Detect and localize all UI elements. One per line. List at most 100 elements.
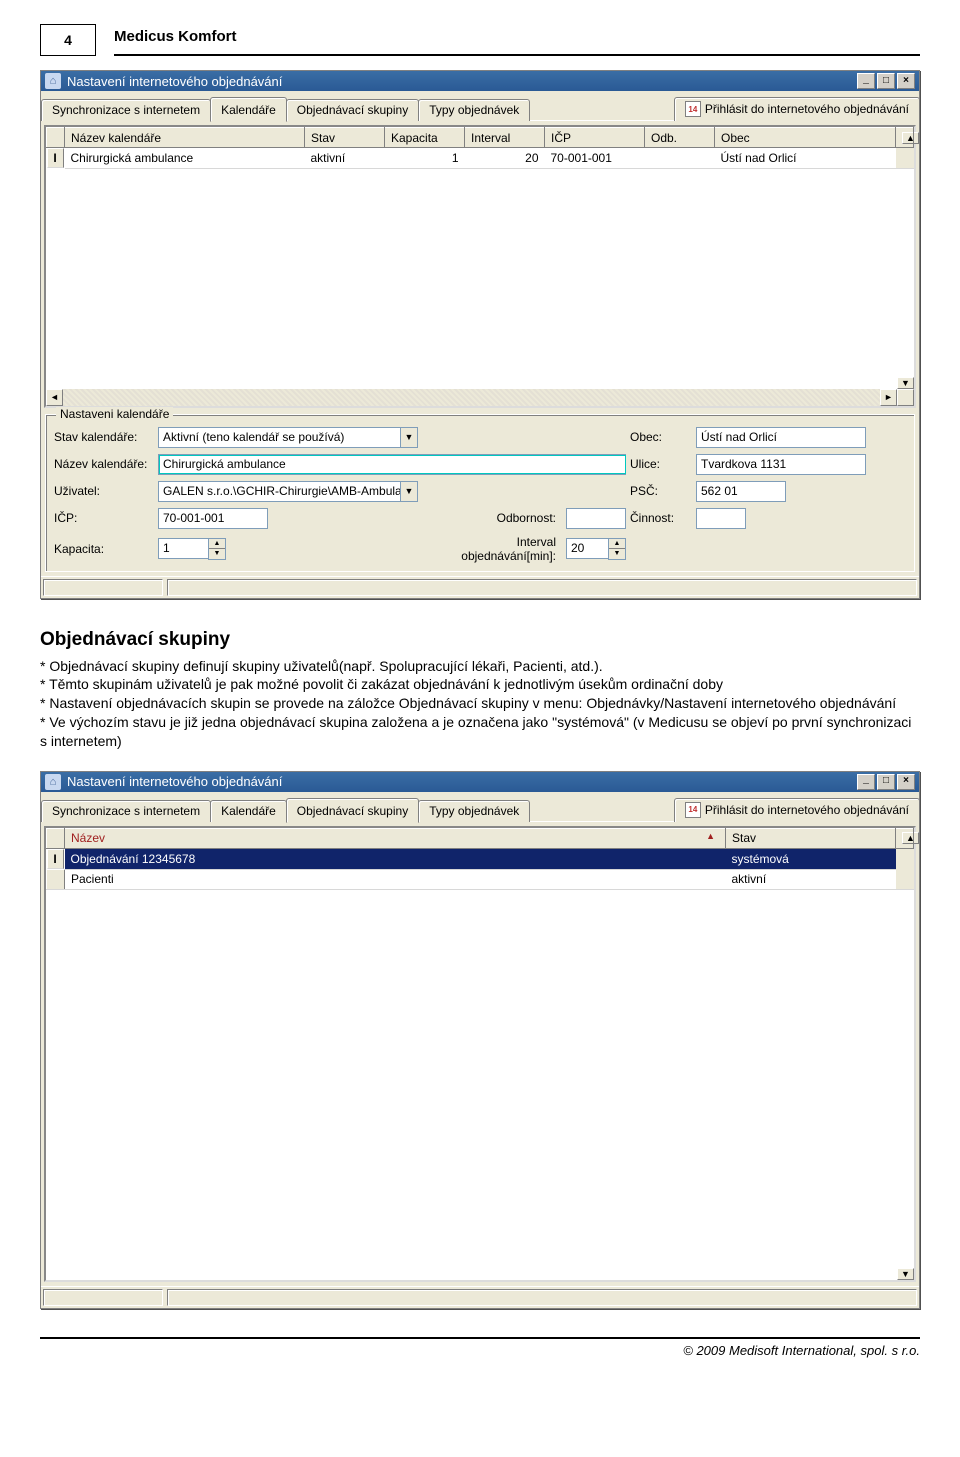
spin-up-icon[interactable]: ▲: [609, 539, 625, 549]
cell-stav: aktivní: [305, 148, 385, 169]
tab-synchronizace[interactable]: Synchronizace s internetem: [41, 99, 211, 121]
tabs: Synchronizace s internetem Kalendáře Obj…: [41, 91, 919, 121]
col-nazev[interactable]: Název kalendáře: [65, 128, 305, 148]
field-ulice[interactable]: Tvardkova 1131: [696, 454, 866, 475]
label-nazev: Název kalendáře:: [54, 457, 154, 471]
label-obec: Obec:: [630, 430, 692, 444]
scroll-down-button[interactable]: ▼: [897, 1268, 914, 1280]
scroll-up-button[interactable]: ▲: [896, 828, 914, 848]
row-indicator-icon: I: [47, 849, 64, 869]
field-kapacita[interactable]: 1 ▲▼: [158, 538, 226, 560]
label-icp: IČP:: [54, 511, 154, 525]
app-icon: ⌂: [45, 774, 61, 790]
field-odbornost[interactable]: [566, 508, 626, 529]
minimize-button[interactable]: _: [857, 73, 875, 89]
scroll-up-button[interactable]: ▲: [896, 128, 914, 148]
dropdown-icon[interactable]: ▼: [400, 481, 418, 502]
col-stav[interactable]: Stav: [305, 128, 385, 148]
close-button[interactable]: ×: [897, 774, 915, 790]
cell-kapacita: 1: [385, 148, 465, 169]
window-objednavaci-skupiny: ⌂ Nastavení internetového objednávání _ …: [40, 771, 920, 1309]
tab-objednavaci-skupiny[interactable]: Objednávací skupiny: [286, 99, 419, 121]
document-title: Medicus Komfort: [114, 24, 920, 56]
col-interval[interactable]: Interval: [465, 128, 545, 148]
row-indicator-icon: I: [47, 148, 64, 168]
minimize-button[interactable]: _: [857, 774, 875, 790]
field-interval-value: 20: [566, 538, 608, 559]
window-kalendare: ⌂ Nastavení internetového objednávání _ …: [40, 70, 920, 599]
page-header: 4 Medicus Komfort: [40, 24, 920, 56]
corner-cell: [47, 828, 65, 848]
field-kapacita-value: 1: [158, 538, 208, 559]
field-psc[interactable]: 562 01: [696, 481, 786, 502]
groupbox-nastaveni-kalendare: Nastaveni kalendáře Stav kalendáře: Akti…: [45, 414, 915, 572]
field-obec[interactable]: Ústí nad Orlicí: [696, 427, 866, 448]
table-row[interactable]: I Objednávání 12345678 systémová: [47, 848, 914, 869]
tab-synchronizace[interactable]: Synchronizace s internetem: [41, 800, 211, 822]
col-obec[interactable]: Obec: [715, 128, 896, 148]
statusbar: [41, 1286, 919, 1308]
field-stav-value: Aktivní (teno kalendář se používá): [158, 427, 400, 448]
maximize-button[interactable]: □: [877, 73, 895, 89]
dropdown-icon[interactable]: ▼: [400, 427, 418, 448]
col-odb[interactable]: Odb.: [645, 128, 715, 148]
vscroll-track[interactable]: [896, 148, 914, 169]
spin-up-icon[interactable]: ▲: [209, 539, 225, 549]
cell-nazev: Chirurgická ambulance: [65, 148, 305, 169]
label-kapacita: Kapacita:: [54, 542, 154, 556]
col-stav[interactable]: Stav: [726, 828, 896, 848]
table-empty-area: ▼: [46, 890, 914, 1280]
statusbar: [41, 576, 919, 598]
cell-stav: aktivní: [726, 869, 896, 889]
window-title: Nastavení internetového objednávání: [67, 774, 282, 789]
col-nazev[interactable]: Název▲: [65, 828, 726, 848]
app-icon: ⌂: [45, 73, 61, 89]
field-interval[interactable]: 20 ▲▼: [566, 538, 626, 560]
row-indicator: [47, 869, 65, 889]
tabs: Synchronizace s internetem Kalendáře Obj…: [41, 792, 919, 822]
tab-prihlasit[interactable]: 14 Přihlásit do internetového objednáván…: [674, 97, 920, 121]
tab-prihlasit[interactable]: 14 Přihlásit do internetového objednáván…: [674, 798, 920, 822]
maximize-button[interactable]: □: [877, 774, 895, 790]
tab-objednavaci-skupiny[interactable]: Objednávací skupiny: [286, 798, 419, 823]
field-stav[interactable]: Aktivní (teno kalendář se používá) ▼: [158, 427, 418, 448]
tab-typy-objednavek[interactable]: Typy objednávek: [418, 800, 530, 822]
tab-kalendare[interactable]: Kalendáře: [210, 800, 287, 822]
scroll-right-button[interactable]: ►: [880, 389, 897, 406]
label-interval: Interval objednávání[min]:: [422, 535, 562, 563]
label-uzivatel: Uživatel:: [54, 484, 154, 498]
spin-down-icon[interactable]: ▼: [609, 549, 625, 559]
titlebar[interactable]: ⌂ Nastavení internetového objednávání _ …: [41, 772, 919, 792]
cell-nazev: Pacienti: [65, 869, 726, 889]
cell-interval: 20: [465, 148, 545, 169]
table-row[interactable]: Pacienti aktivní: [47, 869, 914, 889]
field-nazev[interactable]: Chirurgická ambulance: [158, 454, 626, 475]
cell-stav: systémová: [726, 848, 896, 869]
table-empty-area: ▼: [46, 169, 914, 389]
page-footer: © 2009 Medisoft International, spol. s r…: [40, 1337, 920, 1358]
vscroll-track[interactable]: [896, 848, 914, 889]
col-icp[interactable]: IČP: [545, 128, 645, 148]
field-cinnost[interactable]: [696, 508, 746, 529]
scroll-left-button[interactable]: ◄: [46, 389, 63, 406]
field-uzivatel[interactable]: GALEN s.r.o.\GCHIR-Chirurgie\AMB-Ambulan…: [158, 481, 418, 502]
cell-obec: Ústí nad Orlicí: [715, 148, 896, 169]
tab-typy-objednavek[interactable]: Typy objednávek: [418, 99, 530, 121]
scroll-down-button[interactable]: ▼: [897, 377, 914, 389]
titlebar[interactable]: ⌂ Nastavení internetového objednávání _ …: [41, 71, 919, 91]
cell-odb: [645, 148, 715, 169]
paragraph-line: * Ve výchozím stavu je již jedna objedná…: [40, 713, 920, 751]
groupbox-legend: Nastaveni kalendáře: [56, 407, 173, 421]
calendar-icon: 14: [685, 802, 701, 818]
section-title: Objednávací skupiny: [40, 629, 920, 651]
close-button[interactable]: ×: [897, 73, 915, 89]
field-icp[interactable]: 70-001-001: [158, 508, 268, 529]
corner-cell: [47, 128, 65, 148]
hscrollbar[interactable]: ◄ ►: [46, 389, 914, 406]
col-kapacita[interactable]: Kapacita: [385, 128, 465, 148]
spin-down-icon[interactable]: ▼: [209, 549, 225, 559]
label-odbornost: Odbornost:: [422, 511, 562, 525]
paragraph-line: * Těmto skupinám uživatelů je pak možné …: [40, 675, 920, 694]
tab-kalendare[interactable]: Kalendáře: [210, 97, 287, 122]
table-row[interactable]: I Chirurgická ambulance aktivní 1 20 70-…: [47, 148, 914, 169]
